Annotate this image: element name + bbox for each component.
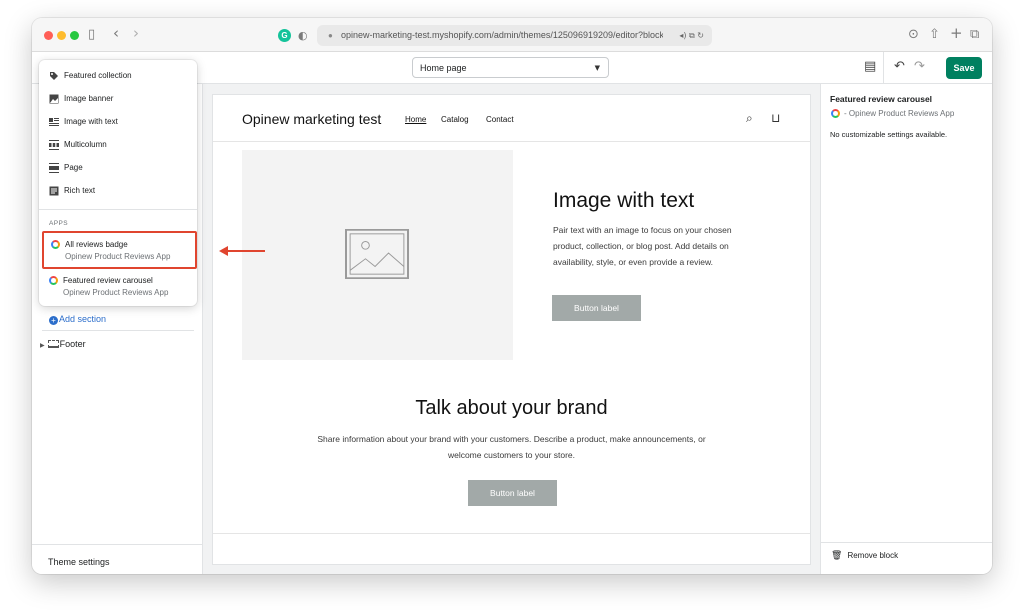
app-block-name: All reviews badge [65,240,128,249]
menu-divider [39,209,197,210]
url-text[interactable]: opinew-marketing-test.myshopify.com/admi… [341,29,663,42]
remove-block-button[interactable]: 🗑 Remove block [831,550,898,562]
brand-heading: Talk about your brand [415,397,608,419]
menu-item-all-reviews-badge[interactable]: All reviews badge Opinew Product Reviews… [42,231,197,269]
minimize-window-button[interactable] [57,31,66,40]
header-divider [213,141,810,142]
image-with-text-heading: Image with text [553,189,695,212]
sidebar-divider [42,330,194,331]
add-section-button[interactable]: + Add section [49,313,106,325]
annotation-arrow [225,250,265,252]
brand-button[interactable]: Button label [468,480,557,506]
brand-body: Share information about your brand with … [317,434,706,460]
reader-audio-icons[interactable]: ◂) ⧉ ↻ [679,29,704,42]
menu-item-featured-collection[interactable]: Featured collection [39,65,197,87]
image-text-icon [49,118,59,126]
add-section-label: Add section [59,314,107,324]
close-window-button[interactable] [44,31,53,40]
menu-item-image-with-text[interactable]: Image with text [39,111,197,133]
no-settings-note: No customizable settings available. [830,130,948,139]
page-select-dropdown[interactable]: Home page ▼ [412,57,609,78]
shield-icon[interactable]: ◐ [298,28,308,44]
menu-item-featured-review-carousel[interactable]: Featured review carousel Opinew Product … [42,269,197,307]
menu-item-label: Page [64,163,83,172]
add-section-menu: Featured collection Image banner Image w… [39,60,197,306]
opinew-app-icon [49,276,58,285]
redo-icon[interactable]: ↷ [914,60,925,74]
caret-right-icon[interactable]: ▶ [40,342,45,349]
remove-block-label: Remove block [847,551,899,560]
cart-icon[interactable]: ⊔ [771,111,780,125]
browser-toolbar: ▯ ‹ › G ◐ ● opinew-marketing-test.myshop… [32,18,992,52]
browser-window: ▯ ‹ › G ◐ ● opinew-marketing-test.myshop… [32,18,992,574]
plus-circle-icon: + [49,316,58,325]
app-block-source: Opinew Product Reviews App [63,288,169,297]
back-icon[interactable]: ‹ [113,25,119,41]
tab-overview-icon[interactable]: ⧉ [970,27,979,43]
menu-item-label: Image with text [64,117,118,126]
arrow-head-icon [219,246,228,256]
panel-bottom-divider [821,542,992,543]
grammarly-icon[interactable]: G [278,29,291,42]
undo-icon[interactable]: ↶ [894,60,905,74]
save-button[interactable]: Save [946,57,982,79]
nav-catalog[interactable]: Catalog [441,114,469,125]
menu-item-label: Image banner [64,94,114,103]
tag-icon [50,72,58,80]
menu-item-label: Multicolumn [64,140,107,149]
image-icon [49,94,59,104]
toolbar-divider [883,52,884,84]
address-bar[interactable]: ● opinew-marketing-test.myshopify.com/ad… [317,25,712,46]
store-preview: Opinew marketing test Home Catalog Conta… [212,94,811,565]
block-app-name: - Opinew Product Reviews App [844,109,955,118]
columns-icon [49,140,59,150]
search-icon[interactable]: ⌕ [746,111,753,125]
sidebar-item-footer[interactable]: ▶ Footer [40,338,86,352]
app-block-source: Opinew Product Reviews App [65,252,171,261]
download-icon[interactable]: ⊙ [908,27,919,43]
image-placeholder[interactable] [242,150,513,360]
maximize-window-button[interactable] [70,31,79,40]
menu-item-multicolumn[interactable]: Multicolumn [39,134,197,156]
store-name[interactable]: Opinew marketing test [242,110,381,128]
block-settings-panel: Featured review carousel - Opinew Produc… [820,84,992,574]
menu-item-rich-text[interactable]: Rich text [39,180,197,202]
footer-section-icon [47,340,59,348]
theme-settings-link[interactable]: Theme settings [48,556,110,568]
footer-label: Footer [59,339,86,349]
chevron-down-icon: ▼ [594,64,600,72]
apps-heading: APPS [49,220,68,227]
sidebar-bottom-divider [32,544,203,545]
placeholder-image-icon [345,229,409,279]
nav-home[interactable]: Home [405,114,426,125]
device-preview-icon[interactable]: ▤ [864,60,876,74]
menu-item-page[interactable]: Page [39,157,197,179]
image-with-text-body: Pair text with an image to focus on your… [553,225,732,267]
menu-item-label: Featured collection [64,71,132,80]
sidebar-toggle-icon[interactable]: ▯ [88,27,95,43]
image-with-text-button[interactable]: Button label [552,295,641,321]
menu-item-image-banner[interactable]: Image banner [39,88,197,110]
block-title: Featured review carousel [830,94,933,104]
page-icon [49,163,59,173]
opinew-app-icon [51,240,60,249]
page-select-value: Home page [420,63,467,73]
app-block-name: Featured review carousel [63,276,153,285]
section-divider [213,533,810,534]
nav-contact[interactable]: Contact [486,114,514,125]
menu-item-label: Rich text [64,186,96,195]
share-icon[interactable]: ⇧ [929,27,940,43]
forward-icon[interactable]: › [133,25,139,41]
trash-icon: 🗑 [831,551,843,561]
opinew-app-icon [831,109,840,118]
text-icon [49,186,59,196]
lock-icon: ● [328,31,333,40]
new-tab-icon[interactable]: + [950,25,963,41]
